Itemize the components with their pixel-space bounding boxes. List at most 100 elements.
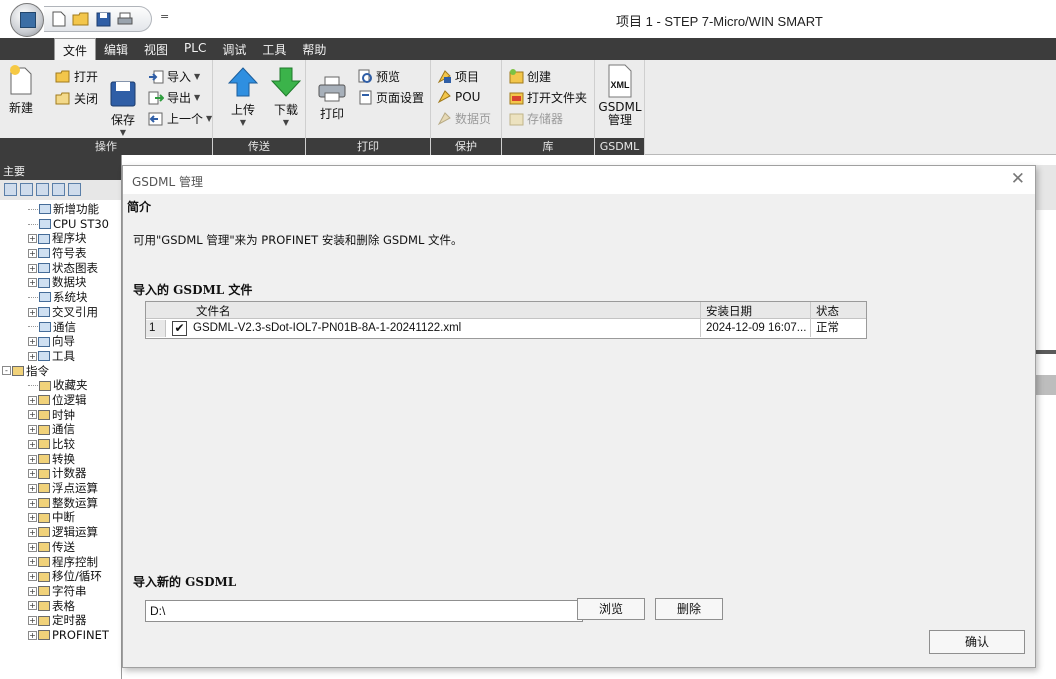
close-icon[interactable]: ✕: [1011, 169, 1025, 189]
open-folder-icon[interactable]: [72, 10, 90, 28]
tree-item[interactable]: 新增功能: [0, 202, 121, 217]
view-icon[interactable]: [36, 183, 49, 196]
expand-icon[interactable]: +: [28, 572, 37, 582]
project-button[interactable]: 项目: [437, 68, 479, 85]
tree-item[interactable]: 通信: [0, 320, 121, 335]
tree-item[interactable]: + 交叉引用: [0, 305, 121, 320]
view-icon[interactable]: [20, 183, 33, 196]
tree-item[interactable]: + 时钟: [0, 408, 121, 423]
tree-item[interactable]: + 传送: [0, 540, 121, 555]
tree-item[interactable]: CPU ST30: [0, 217, 121, 232]
expand-icon[interactable]: +: [28, 601, 37, 611]
tree-item[interactable]: + 状态图表: [0, 261, 121, 276]
app-menu-button[interactable]: [10, 3, 44, 37]
expand-icon[interactable]: +: [28, 527, 37, 537]
tree-item[interactable]: + 整数运算: [0, 496, 121, 511]
save-button[interactable]: 保存 ▼: [106, 80, 140, 137]
expand-icon[interactable]: +: [28, 513, 37, 523]
import-button[interactable]: 导入 ▼: [148, 68, 200, 85]
open-folder-button[interactable]: 打开文件夹: [509, 89, 587, 106]
expand-icon[interactable]: +: [28, 498, 37, 508]
expand-icon[interactable]: +: [28, 337, 37, 347]
menu-edit[interactable]: 编辑: [96, 38, 136, 60]
export-button[interactable]: 导出 ▼: [148, 89, 200, 106]
menu-tools[interactable]: 工具: [254, 38, 294, 60]
expand-icon[interactable]: +: [28, 234, 37, 244]
expand-icon[interactable]: +: [28, 248, 37, 258]
header-install-date[interactable]: 安装日期: [706, 303, 752, 319]
table-row[interactable]: 1 ✔ GSDML-V2.3-sDot-IOL7-PN01B-8A-1-2024…: [146, 320, 866, 337]
expand-icon[interactable]: +: [28, 263, 37, 273]
delete-button[interactable]: 删除: [655, 598, 723, 620]
expand-icon[interactable]: +: [28, 542, 37, 552]
tree-item[interactable]: + 表格: [0, 599, 121, 614]
tree-item[interactable]: 系统块: [0, 290, 121, 305]
tree-item[interactable]: + 转换: [0, 452, 121, 467]
gsdml-manage-button[interactable]: XML GSDML 管理: [598, 64, 642, 127]
menu-help[interactable]: 帮助: [294, 38, 334, 60]
menu-view[interactable]: 视图: [136, 38, 176, 60]
close-button[interactable]: 关闭: [55, 90, 98, 107]
gsdml-path-input[interactable]: D:\: [145, 600, 583, 622]
view-icon[interactable]: [4, 183, 17, 196]
browse-button[interactable]: 浏览: [577, 598, 645, 620]
new-button[interactable]: 新建: [6, 64, 36, 116]
tree-item[interactable]: + 工具: [0, 349, 121, 364]
expand-icon[interactable]: +: [28, 557, 37, 567]
new-file-icon[interactable]: [50, 10, 68, 28]
tree-item[interactable]: + 逻辑运算: [0, 525, 121, 540]
tree-item[interactable]: - 指令: [0, 364, 121, 379]
expand-icon[interactable]: +: [28, 454, 37, 464]
confirm-button[interactable]: 确认: [929, 630, 1025, 654]
expand-icon[interactable]: +: [28, 469, 37, 479]
open-button[interactable]: 打开: [55, 68, 98, 85]
tree-item[interactable]: + 程序控制: [0, 555, 121, 570]
tree-item[interactable]: + 字符串: [0, 584, 121, 599]
print-button[interactable]: 打印: [316, 76, 348, 122]
view-icon[interactable]: [68, 183, 81, 196]
expand-icon[interactable]: +: [28, 439, 37, 449]
tree-item[interactable]: + 浮点运算: [0, 481, 121, 496]
view-icon[interactable]: [52, 183, 65, 196]
expand-icon[interactable]: +: [28, 483, 37, 493]
tree-item[interactable]: + 数据块: [0, 275, 121, 290]
storage-button[interactable]: 存储器: [509, 110, 563, 127]
header-status[interactable]: 状态: [816, 303, 839, 319]
save-icon[interactable]: [94, 10, 112, 28]
data-page-button[interactable]: 数据页: [437, 110, 491, 127]
tree-item[interactable]: + 移位/循环: [0, 569, 121, 584]
expand-icon[interactable]: +: [28, 278, 37, 288]
preview-button[interactable]: 预览: [358, 68, 400, 85]
tree-item[interactable]: + 计数器: [0, 466, 121, 481]
tree-item[interactable]: + PROFINET: [0, 628, 121, 643]
expand-icon[interactable]: +: [28, 586, 37, 596]
tree-item[interactable]: + 比较: [0, 437, 121, 452]
expand-icon[interactable]: +: [28, 351, 37, 361]
previous-button[interactable]: 上一个 ▼: [148, 110, 212, 127]
tree-item[interactable]: + 位逻辑: [0, 393, 121, 408]
customize-qat-dropdown[interactable]: =: [160, 10, 169, 23]
create-button[interactable]: 创建: [509, 68, 551, 85]
menu-debug[interactable]: 调试: [214, 38, 254, 60]
tree-item[interactable]: + 符号表: [0, 246, 121, 261]
collapse-icon[interactable]: -: [2, 366, 11, 376]
print-icon[interactable]: [116, 10, 134, 28]
expand-icon[interactable]: +: [28, 410, 37, 420]
expand-icon[interactable]: +: [28, 616, 37, 626]
expand-icon[interactable]: +: [28, 307, 37, 317]
row-checkbox[interactable]: ✔: [172, 321, 187, 336]
tree-item[interactable]: + 定时器: [0, 613, 121, 628]
menu-plc[interactable]: PLC: [176, 38, 214, 60]
tree-item[interactable]: + 向导: [0, 334, 121, 349]
pou-button[interactable]: POU: [437, 89, 480, 104]
menu-file[interactable]: 文件: [54, 38, 97, 60]
tree-item[interactable]: 收藏夹: [0, 378, 121, 393]
expand-icon[interactable]: +: [28, 630, 37, 640]
download-button[interactable]: 下载 ▼: [270, 66, 302, 127]
upload-button[interactable]: 上传 ▼: [227, 66, 259, 127]
tree-item[interactable]: + 通信: [0, 422, 121, 437]
page-setup-button[interactable]: 页面设置: [358, 89, 424, 106]
tree-item[interactable]: + 中断: [0, 510, 121, 525]
expand-icon[interactable]: +: [28, 395, 37, 405]
tree-item[interactable]: + 程序块: [0, 231, 121, 246]
